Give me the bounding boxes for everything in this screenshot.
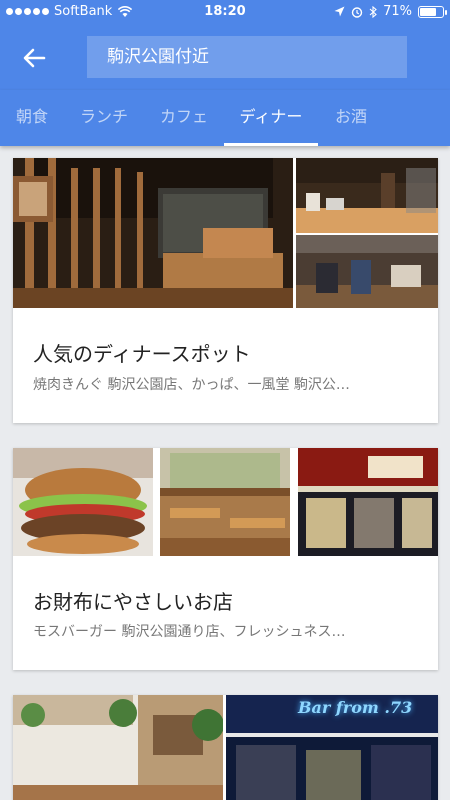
- cafe-seating-photo: [160, 448, 290, 556]
- tab-dinner[interactable]: ディナー: [224, 90, 318, 146]
- back-arrow-icon[interactable]: [18, 42, 50, 74]
- alarm-icon: [351, 6, 363, 18]
- kitchen-counter-photo: [296, 158, 438, 233]
- dining-counter-photo: [296, 235, 438, 308]
- card-title: 人気のディナースポット: [33, 342, 251, 366]
- bluetooth-icon: [369, 5, 377, 18]
- status-bar-right: 71%: [334, 4, 447, 19]
- burger-photo: [13, 448, 153, 556]
- app-bar: 駒沢公園付近: [0, 26, 450, 90]
- cafe-plants-photo: [13, 695, 223, 800]
- card-subtitle: 焼肉きんぐ 駒沢公園店、かっぱ、一風堂 駒沢公…: [33, 377, 350, 393]
- search-input[interactable]: 駒沢公園付近: [87, 36, 407, 78]
- tab-breakfast[interactable]: 朝食: [0, 90, 64, 146]
- battery-level: [420, 7, 436, 16]
- collection-card-budget-friendly[interactable]: お財布にやさしいお店 モスバーガー 駒沢公園通り店、フレッシュネス…: [13, 448, 438, 670]
- location-arrow-icon: [334, 6, 345, 17]
- card-subtitle: モスバーガー 駒沢公園通り店、フレッシュネス…: [33, 624, 346, 640]
- battery-percent: 71%: [383, 4, 412, 19]
- tab-drinks[interactable]: お酒: [323, 90, 379, 146]
- storefront-photo: [298, 448, 438, 556]
- collection-card-popular-dinner[interactable]: 人気のディナースポット 焼肉きんぐ 駒沢公園店、かっぱ、一風堂 駒沢公…: [13, 158, 438, 423]
- bar-sign-text: Bar from .73: [298, 698, 413, 717]
- restaurant-interior-photo: [13, 158, 293, 308]
- battery-icon: [418, 5, 447, 18]
- status-bar: SoftBank 18:20 71%: [0, 0, 450, 26]
- category-tabs: 朝食 ランチ カフェ ディナー お酒: [0, 90, 450, 146]
- tab-lunch[interactable]: ランチ: [67, 90, 141, 146]
- tab-cafe[interactable]: カフェ: [147, 90, 221, 146]
- card-title: お財布にやさしいお店: [33, 590, 233, 614]
- collection-card-third[interactable]: Bar from .73: [13, 695, 438, 800]
